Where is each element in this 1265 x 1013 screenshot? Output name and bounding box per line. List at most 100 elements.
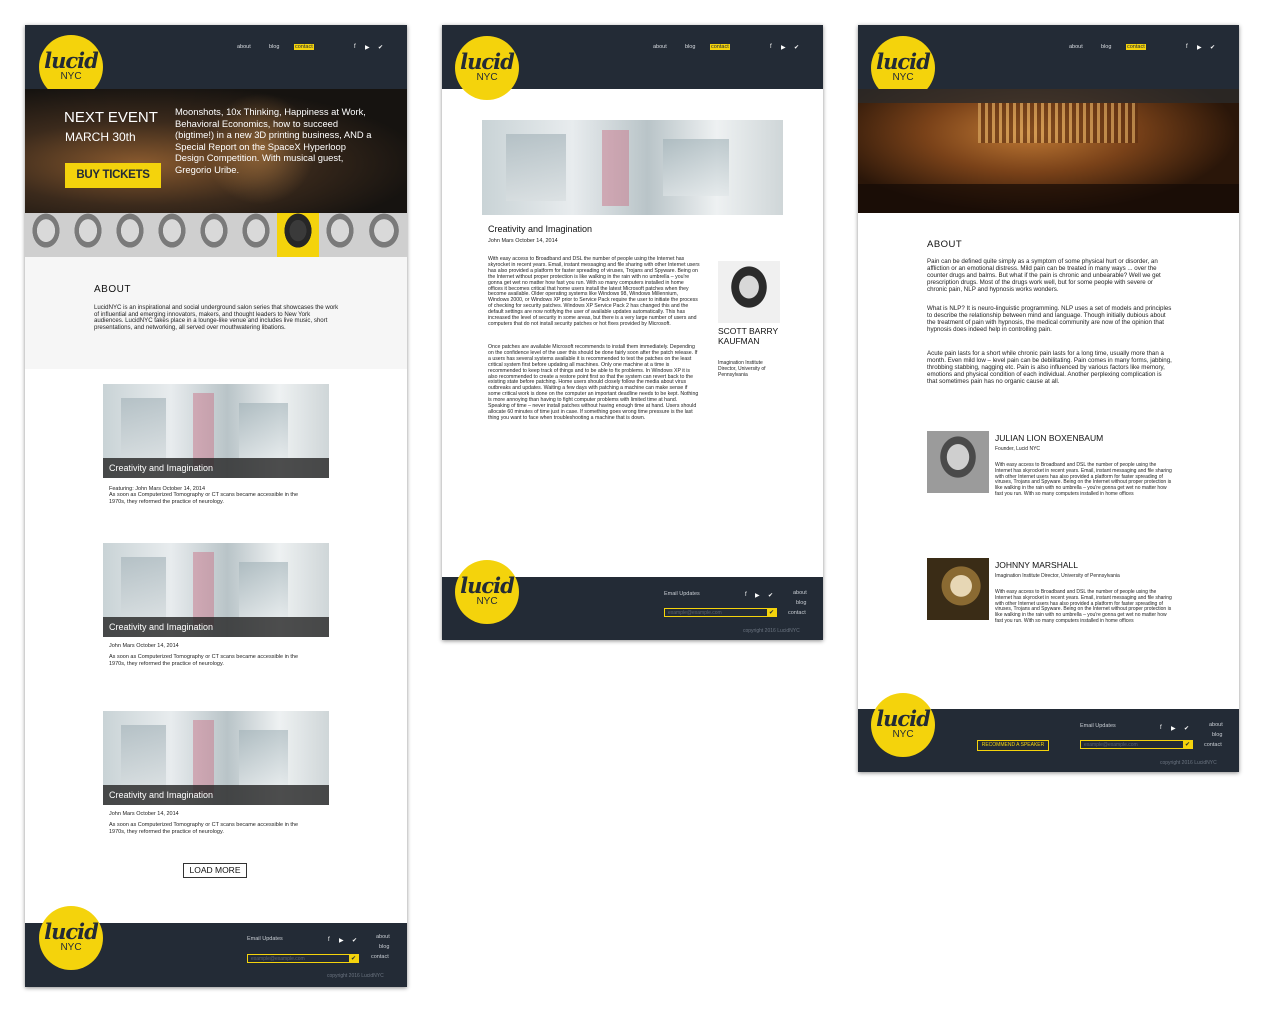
about-paragraph-3: Acute pain lasts for a short while chron… — [927, 350, 1172, 385]
about-heading: ABOUT — [927, 239, 963, 250]
logo-wordmark: lucid — [44, 919, 99, 944]
speaker-photo-highlighted[interactable] — [277, 213, 319, 257]
twitter-icon[interactable]: ✔ — [794, 44, 799, 51]
footer-link-about[interactable]: about — [1209, 722, 1223, 728]
submit-check-icon[interactable]: ✔ — [1183, 741, 1192, 749]
youtube-icon[interactable]: ▶ — [755, 592, 760, 599]
submit-check-icon[interactable]: ✔ — [767, 609, 776, 617]
submit-check-icon[interactable]: ✔ — [349, 955, 358, 963]
email-updates-label: Email Updates — [247, 936, 283, 942]
speaker-photo[interactable] — [25, 213, 67, 257]
twitter-icon[interactable]: ✔ — [768, 592, 773, 599]
footer-link-contact[interactable]: contact — [788, 610, 806, 616]
load-more-button[interactable]: LOAD MORE — [183, 863, 247, 878]
nav-about[interactable]: about — [653, 44, 667, 50]
footer-logo[interactable]: lucid NYC — [455, 560, 519, 624]
post-excerpt: As soon as Computerized Tomography or CT… — [109, 654, 299, 667]
post-title[interactable]: Creativity and Imagination — [103, 785, 329, 805]
footer-link-contact[interactable]: contact — [371, 954, 389, 960]
facebook-icon[interactable]: f — [745, 592, 747, 598]
article-meta: John Mars October 14, 2014 — [488, 238, 558, 244]
nav-blog[interactable]: blog — [1101, 44, 1111, 50]
footer-link-blog[interactable]: blog — [1212, 732, 1222, 738]
speaker-photo[interactable] — [319, 213, 361, 257]
speaker-strip — [25, 213, 407, 257]
nav-blog[interactable]: blog — [269, 44, 279, 50]
twitter-icon[interactable]: ✔ — [1184, 725, 1189, 732]
facebook-icon[interactable]: f — [354, 44, 356, 50]
buy-tickets-button[interactable]: BUY TICKETS — [65, 163, 161, 188]
footer-logo[interactable]: lucid NYC — [871, 693, 935, 757]
recommend-speaker-button[interactable]: RECOMMEND A SPEAKER — [977, 740, 1049, 751]
speaker-photo[interactable] — [193, 213, 235, 257]
logo-city: NYC — [476, 72, 498, 83]
speaker-photo[interactable] — [235, 213, 277, 257]
person-photo — [927, 431, 989, 493]
post-title[interactable]: Creativity and Imagination — [103, 458, 329, 478]
youtube-icon[interactable]: ▶ — [1197, 44, 1202, 51]
youtube-icon[interactable]: ▶ — [1171, 725, 1176, 732]
facebook-icon[interactable]: f — [770, 44, 772, 50]
footer-link-about[interactable]: about — [376, 934, 390, 940]
person-name: JULIAN LION BOXENBAUM — [995, 433, 1104, 443]
post-excerpt: As soon as Computerized Tomography or CT… — [109, 822, 299, 835]
article-body-2: Once patches are available Microsoft rec… — [488, 344, 699, 421]
speaker-photo[interactable] — [361, 213, 407, 257]
post-meta: John Mars October 14, 2014 — [109, 643, 179, 649]
email-updates-label: Email Updates — [664, 591, 700, 597]
facebook-icon[interactable]: f — [1186, 44, 1188, 50]
speaker-photo[interactable] — [67, 213, 109, 257]
logo-city: NYC — [60, 71, 82, 82]
twitter-icon[interactable]: ✔ — [352, 937, 357, 944]
copyright: copyright 2016 LucidNYC — [743, 628, 800, 634]
email-field[interactable]: example@example.com ✔ — [1080, 740, 1193, 749]
post-card[interactable]: Creativity and Imagination Featuring: Jo… — [103, 384, 329, 505]
footer-link-contact[interactable]: contact — [1204, 742, 1222, 748]
post-image[interactable]: Creativity and Imagination — [103, 711, 329, 805]
post-meta: John Mars October 14, 2014 — [109, 811, 179, 817]
email-field[interactable]: example@example.com ✔ — [247, 954, 359, 963]
nav-contact[interactable]: contact — [294, 44, 314, 50]
about-section: ABOUT LucidNYC is an inspirational and s… — [25, 257, 407, 369]
email-placeholder: example@example.com — [668, 610, 722, 616]
footer-link-blog[interactable]: blog — [796, 600, 806, 606]
footer-logo[interactable]: lucid NYC — [39, 906, 103, 970]
email-field[interactable]: example@example.com ✔ — [664, 608, 777, 617]
post-card[interactable]: Creativity and Imagination John Mars Oct… — [103, 711, 329, 835]
footer-link-blog[interactable]: blog — [379, 944, 389, 950]
logo-wordmark: lucid — [876, 706, 931, 731]
footer-link-about[interactable]: about — [793, 590, 807, 596]
logo[interactable]: lucid NYC — [455, 36, 519, 100]
about-page: about blog contact f ▶ ✔ lucid NYC ABOUT… — [858, 25, 1239, 772]
post-title[interactable]: Creativity and Imagination — [103, 617, 329, 637]
person-photo — [927, 558, 989, 620]
speaker-photo[interactable] — [151, 213, 193, 257]
nav-about[interactable]: about — [1069, 44, 1083, 50]
logo-wordmark: lucid — [460, 573, 515, 598]
youtube-icon[interactable]: ▶ — [339, 937, 344, 944]
post-image[interactable]: Creativity and Imagination — [103, 384, 329, 478]
facebook-icon[interactable]: f — [328, 937, 330, 943]
logo-wordmark: lucid — [876, 49, 931, 74]
nav-about[interactable]: about — [237, 44, 251, 50]
person-role: Founder, Lucid NYC — [995, 446, 1041, 452]
logo-city: NYC — [892, 729, 914, 740]
event-description: Moonshots, 10x Thinking, Happiness at Wo… — [175, 106, 372, 175]
article-hero-image — [482, 120, 783, 215]
post-image[interactable]: Creativity and Imagination — [103, 543, 329, 637]
person-name: JOHNNY MARSHALL — [995, 560, 1078, 570]
twitter-icon[interactable]: ✔ — [378, 44, 383, 51]
speaker-photo[interactable] — [109, 213, 151, 257]
facebook-icon[interactable]: f — [1160, 725, 1162, 731]
person-role: Imagination Institute Director, Universi… — [995, 573, 1120, 579]
post-card[interactable]: Creativity and Imagination John Mars Oct… — [103, 543, 329, 667]
nav-blog[interactable]: blog — [685, 44, 695, 50]
article-body-1: With easy access to Broadband and DSL th… — [488, 256, 700, 327]
youtube-icon[interactable]: ▶ — [781, 44, 786, 51]
youtube-icon[interactable]: ▶ — [365, 44, 370, 51]
email-placeholder: example@example.com — [251, 956, 305, 962]
nav-contact[interactable]: contact — [1126, 44, 1146, 50]
twitter-icon[interactable]: ✔ — [1210, 44, 1215, 51]
nav-contact[interactable]: contact — [710, 44, 730, 50]
event-date: MARCH 30th — [65, 130, 136, 144]
